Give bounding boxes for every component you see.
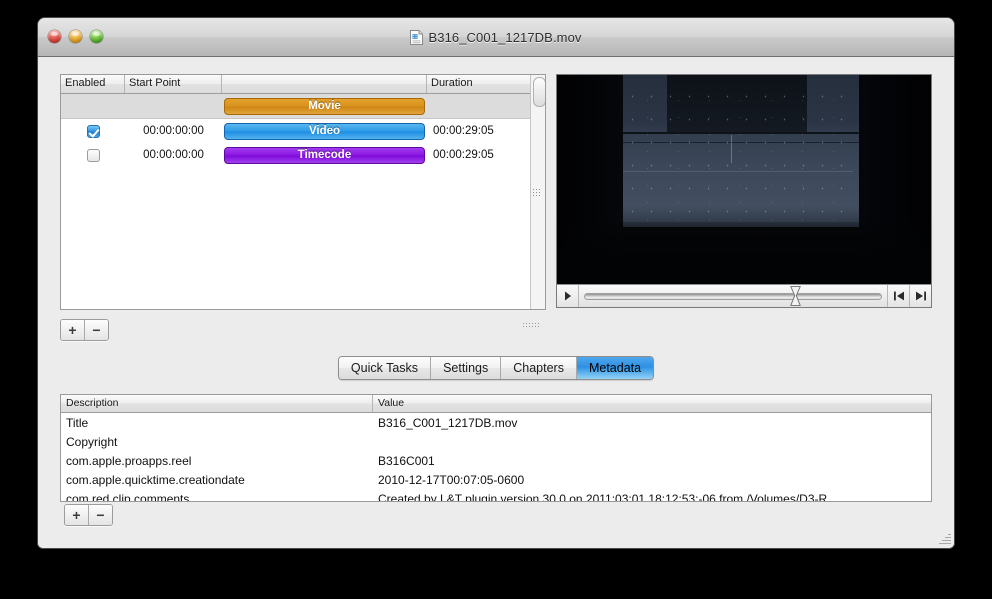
table-row[interactable]: 00:00:00:00 Timecode 00:00:29:05: [61, 143, 545, 167]
column-header-track[interactable]: [222, 75, 427, 93]
step-backward-button[interactable]: [887, 285, 909, 307]
table-row[interactable]: com.apple.quicktime.creationdate 2010-12…: [61, 470, 931, 489]
track-table-header: Enabled Start Point Duration: [61, 75, 545, 94]
metadata-value: B316C001: [378, 453, 435, 468]
column-header-duration[interactable]: Duration: [427, 75, 544, 93]
metadata-value: 2010-12-17T00:07:05-0600: [378, 472, 525, 487]
duration-cell: 00:00:29:05: [433, 149, 494, 161]
remove-metadata-button[interactable]: −: [88, 505, 112, 525]
window-title: B316_C001_1217DB.mov: [428, 29, 582, 45]
track-bar-cell: Movie: [222, 94, 427, 118]
play-icon: [564, 291, 571, 301]
table-row[interactable]: Movie: [61, 94, 545, 119]
step-backward-icon: [893, 291, 904, 301]
pane-resize-grip[interactable]: [533, 189, 542, 197]
column-header-description[interactable]: Description: [61, 395, 373, 412]
playback-controls: [557, 284, 931, 307]
video-preview[interactable]: [556, 74, 932, 308]
metadata-description: Title: [66, 415, 89, 430]
window-body: Enabled Start Point Duration Movie 00:00…: [38, 57, 954, 548]
step-forward-button[interactable]: [909, 285, 931, 307]
add-track-button[interactable]: +: [61, 320, 84, 340]
close-button[interactable]: [48, 30, 61, 43]
start-point-cell: 00:00:00:00: [143, 149, 204, 161]
metadata-add-remove-group: + −: [64, 504, 113, 526]
scrubber-track[interactable]: [584, 292, 882, 300]
metadata-description: com.apple.quicktime.creationdate: [66, 472, 245, 487]
title-group: B316_C001_1217DB.mov: [38, 18, 954, 56]
remove-track-button[interactable]: −: [84, 320, 108, 340]
track-bar-cell: Video: [222, 119, 427, 143]
metadata-value: Created by L&T plugin version 30.0 on 20…: [378, 491, 828, 502]
metadata-value: B316_C001_1217DB.mov: [378, 415, 518, 430]
title-bar[interactable]: B316_C001_1217DB.mov: [38, 18, 954, 57]
document-icon: [410, 29, 424, 45]
table-row[interactable]: Title B316_C001_1217DB.mov: [61, 413, 931, 432]
zoom-button[interactable]: [90, 30, 103, 43]
tab-settings[interactable]: Settings: [431, 357, 502, 379]
duration-cell: 00:00:29:05: [433, 125, 494, 137]
top-pane: Enabled Start Point Duration Movie 00:00…: [60, 74, 932, 310]
enabled-cell: [61, 94, 125, 118]
tab-metadata[interactable]: Metadata: [576, 357, 654, 379]
metadata-description: Copyright: [66, 434, 118, 449]
column-header-value[interactable]: Value: [373, 395, 931, 412]
duration-cell: [427, 94, 544, 118]
enabled-checkbox-video[interactable]: [86, 124, 100, 138]
splitter-grip[interactable]: [523, 323, 539, 330]
track-bar-cell: Timecode: [222, 143, 427, 167]
metadata-description: com.apple.proapps.reel: [66, 453, 192, 468]
add-metadata-button[interactable]: +: [65, 505, 88, 525]
metadata-table[interactable]: Description Value Title B316_C001_1217DB…: [60, 394, 932, 502]
enabled-checkbox-timecode[interactable]: [86, 148, 100, 162]
table-row[interactable]: com.red.clip.comments Created by L&T plu…: [61, 489, 931, 502]
metadata-description: com.red.clip.comments: [66, 491, 190, 502]
track-bar-video[interactable]: Video: [224, 122, 425, 140]
track-bar-timecode[interactable]: Timecode: [224, 146, 425, 164]
scrubber[interactable]: [579, 285, 887, 307]
tab-bar: Quick Tasks Settings Chapters Metadata: [38, 356, 954, 380]
tab-quick-tasks[interactable]: Quick Tasks: [338, 357, 432, 379]
video-frame: [557, 75, 931, 284]
start-point-cell: 00:00:00:00: [143, 125, 204, 137]
window-controls: [48, 30, 103, 43]
track-table[interactable]: Enabled Start Point Duration Movie 00:00…: [60, 74, 546, 310]
column-header-enabled[interactable]: Enabled: [61, 75, 125, 93]
table-row[interactable]: com.apple.proapps.reel B316C001: [61, 451, 931, 470]
enabled-cell: [61, 143, 125, 167]
play-button[interactable]: [557, 285, 579, 307]
start-point-cell: [125, 94, 222, 118]
column-header-start-point[interactable]: Start Point: [125, 75, 222, 93]
window-resize-grip[interactable]: [938, 532, 951, 545]
metadata-table-header: Description Value: [61, 395, 931, 413]
track-add-remove-group: + −: [60, 319, 109, 341]
table-row[interactable]: Copyright: [61, 432, 931, 451]
application-window: B316_C001_1217DB.mov Enabled Start Point…: [38, 18, 954, 548]
enabled-cell: [61, 119, 125, 143]
track-bar-movie[interactable]: Movie: [224, 97, 425, 115]
minimize-button[interactable]: [69, 30, 82, 43]
playhead[interactable]: [790, 286, 801, 306]
table-row[interactable]: 00:00:00:00 Video 00:00:29:05: [61, 119, 545, 143]
step-forward-icon: [915, 291, 926, 301]
tab-chapters[interactable]: Chapters: [501, 357, 577, 379]
scrollbar-thumb[interactable]: [533, 77, 545, 107]
